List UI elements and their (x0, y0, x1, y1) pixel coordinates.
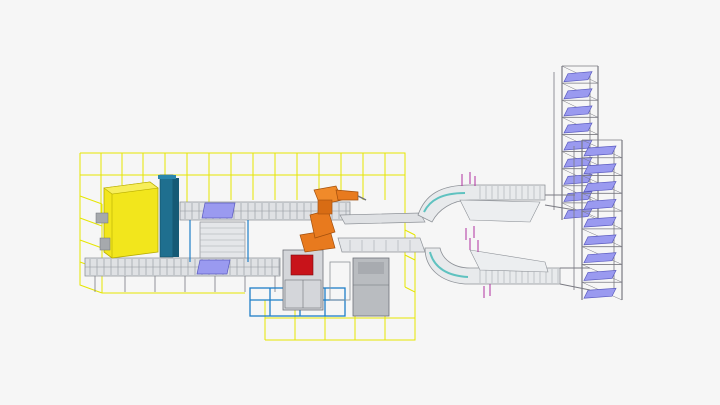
teal-column (158, 174, 179, 258)
red-panel-machine (282, 249, 324, 311)
yellow-cabinet (95, 181, 159, 259)
production-line-3d-view (0, 0, 720, 405)
